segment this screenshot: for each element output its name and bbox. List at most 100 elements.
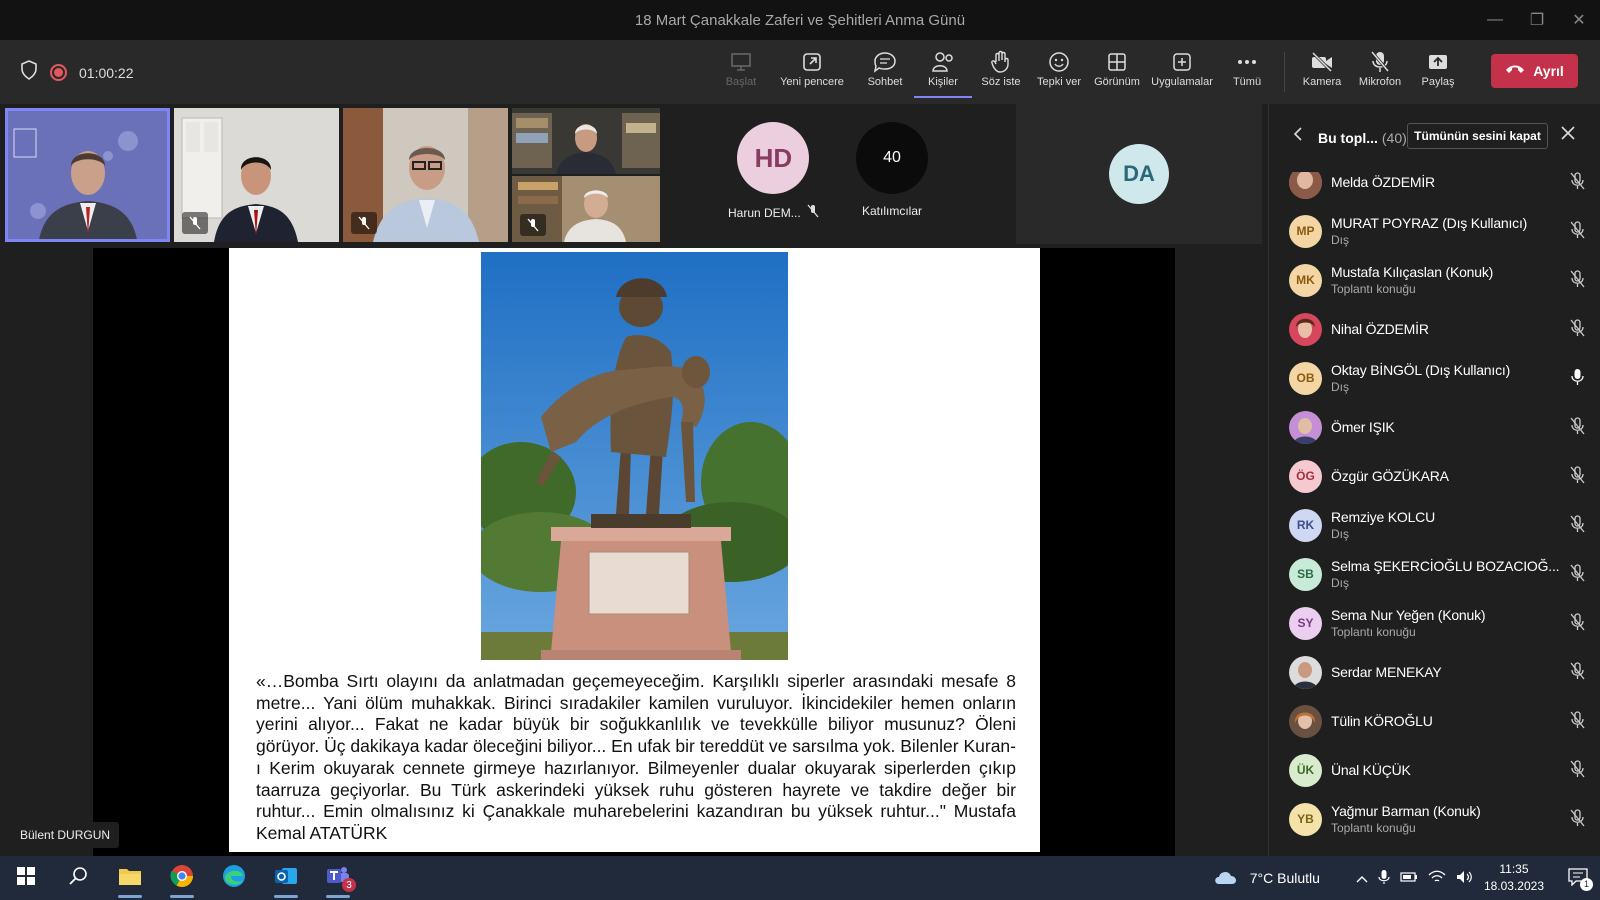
list-item[interactable]: Ömer IŞIK: [1289, 405, 1589, 449]
search-icon: [69, 866, 87, 890]
mic-off-icon: [1569, 172, 1585, 195]
list-item[interactable]: RK Remziye KOLCU Dış: [1289, 503, 1589, 547]
view-button[interactable]: Görünüm: [1088, 48, 1146, 98]
notification-badge: 1: [1580, 877, 1593, 891]
avatar-photo: [1289, 172, 1322, 199]
video-tile-2[interactable]: [174, 108, 339, 242]
list-item[interactable]: Melda ÖZDEMİR: [1289, 172, 1589, 204]
search-button[interactable]: [52, 856, 104, 900]
share-icon: [1427, 48, 1449, 76]
wifi-icon[interactable]: [1428, 870, 1446, 887]
teams-button[interactable]: 3: [312, 856, 364, 900]
mic-button[interactable]: Mikrofon: [1351, 48, 1409, 98]
list-item[interactable]: ÜK Ünal KÜÇÜK: [1289, 748, 1589, 792]
list-item[interactable]: Tülin KÖROĞLU: [1289, 699, 1589, 743]
list-item[interactable]: MK Mustafa Kılıçaslan (Konuk) Toplantı ko…: [1289, 258, 1589, 302]
leave-button[interactable]: Ayrıl: [1491, 54, 1578, 88]
weather-text[interactable]: 7°C Bulutlu: [1250, 870, 1320, 886]
chrome-icon: [170, 864, 194, 893]
avatar-photo: [1289, 655, 1322, 689]
list-item[interactable]: SY Sema Nur Yeğen (Konuk) Toplantı konuğu: [1289, 601, 1589, 645]
view-label: Görünüm: [1094, 76, 1140, 88]
close-window-button[interactable]: ✕: [1558, 0, 1600, 40]
list-item[interactable]: Serdar MENEKAY: [1289, 650, 1589, 694]
participants-count-tile[interactable]: 40 Katılımcılar: [856, 122, 928, 218]
list-item[interactable]: ÖG Özgür GÖZÜKARA: [1289, 454, 1589, 498]
battery-icon[interactable]: [1400, 870, 1418, 886]
windows-icon: [17, 866, 35, 890]
mic-off-icon: [1569, 662, 1585, 685]
minimize-button[interactable]: —: [1474, 0, 1516, 40]
leave-label: Ayrıl: [1533, 63, 1564, 79]
raise-hand-button[interactable]: Söz iste: [972, 48, 1030, 98]
window-title: 18 Mart Çanakkale Zaferi ve Şehitleri An…: [634, 11, 966, 29]
mic-label: Mikrofon: [1358, 76, 1402, 88]
list-item[interactable]: MP MURAT POYRAZ (Dış Kullanıcı) Dış: [1289, 209, 1589, 253]
microphone-tray-icon[interactable]: [1378, 869, 1390, 888]
video-tile-presenter[interactable]: [5, 108, 170, 242]
video-tile-5[interactable]: [512, 176, 660, 242]
camera-button[interactable]: Kamera: [1293, 48, 1351, 98]
popout-icon: [801, 48, 823, 76]
cloud-icon: [1212, 868, 1240, 889]
mic-off-icon: [1569, 319, 1585, 342]
presentation-slide: «…Bomba Sırtı olayını da anlatmadan geçe…: [229, 248, 1040, 852]
chevron-up-icon[interactable]: [1356, 870, 1368, 886]
avatar: SB: [1289, 557, 1322, 591]
mic-off-icon: [1569, 564, 1585, 587]
people-icon: [931, 48, 955, 76]
notification-icon[interactable]: 1: [1568, 867, 1593, 891]
outlook-button[interactable]: [260, 856, 312, 900]
popout-label: Yeni pencere: [780, 76, 844, 88]
participant-name: Ünal KÜÇÜK: [1331, 762, 1411, 778]
chevron-left-icon[interactable]: [1293, 126, 1303, 147]
participant-role: Toplantı konuğu: [1331, 625, 1416, 639]
present-icon: [730, 48, 752, 76]
mic-off-icon: [1569, 417, 1585, 440]
list-item[interactable]: OB Oktay BİNGÖL (Dış Kullanıcı) Dış: [1289, 356, 1589, 400]
popout-button[interactable]: Yeni pencere: [780, 48, 844, 98]
share-button[interactable]: Paylaş: [1409, 48, 1467, 98]
apps-button[interactable]: Uygulamalar: [1146, 48, 1218, 98]
list-item[interactable]: YB Yağmur Barman (Konuk) Toplantı konuğu: [1289, 797, 1589, 841]
chrome-button[interactable]: [156, 856, 208, 900]
more-button[interactable]: Tümü: [1218, 48, 1276, 98]
present-button[interactable]: Başlat: [712, 48, 770, 98]
participant-tile-da[interactable]: DA: [1016, 104, 1262, 244]
reaction-button[interactable]: Tepki ver: [1030, 48, 1088, 98]
teams-badge: 3: [342, 878, 356, 892]
list-item[interactable]: Nihal ÖZDEMİR: [1289, 307, 1589, 351]
close-icon[interactable]: [1561, 126, 1575, 145]
mic-off-icon: [1569, 270, 1585, 293]
participant-name: Mustafa Kılıçaslan (Konuk): [1331, 264, 1494, 280]
mic-off-icon: [1569, 760, 1585, 783]
participant-tile-harun[interactable]: HD Harun DEM...: [728, 122, 819, 221]
avatar: HD: [737, 122, 810, 194]
participant-name: Oktay BİNGÖL (Dış Kullanıcı): [1331, 362, 1511, 378]
system-tray: 7°C Bulutlu 11:35 18.03.2023 1: [1212, 856, 1600, 900]
participant-role: Toplantı konuğu: [1331, 821, 1416, 835]
people-button[interactable]: Kişiler: [914, 48, 972, 98]
mic-off-icon: [1369, 48, 1391, 76]
mute-all-button[interactable]: Tümünün sesini kapat: [1407, 123, 1548, 149]
mic-off-icon: [1569, 613, 1585, 636]
raise-hand-label: Söz iste: [981, 76, 1021, 88]
chat-button[interactable]: Sohbet: [856, 48, 914, 98]
edge-button[interactable]: [208, 856, 260, 900]
restore-button[interactable]: ❐: [1516, 0, 1558, 40]
video-tile-4[interactable]: [512, 108, 660, 174]
file-explorer-button[interactable]: [104, 856, 156, 900]
start-button[interactable]: [0, 856, 52, 900]
title-bar: 18 Mart Çanakkale Zaferi ve Şehitleri An…: [0, 0, 1600, 40]
list-item[interactable]: SB Selma ŞEKERCİOĞLU BOZACIOĞ... Dış: [1289, 552, 1589, 596]
participant-count: (40): [1381, 130, 1407, 146]
avatar: YB: [1289, 802, 1322, 836]
tile-mic-off-icon: [351, 212, 377, 234]
chat-label: Sohbet: [867, 76, 903, 88]
clock[interactable]: 11:35 18.03.2023: [1484, 861, 1544, 895]
mic-off-icon: [1569, 466, 1585, 489]
video-tile-3[interactable]: [343, 108, 508, 242]
mic-off-icon: [1569, 711, 1585, 734]
avatar: MK: [1289, 263, 1322, 297]
volume-icon[interactable]: [1456, 870, 1474, 887]
